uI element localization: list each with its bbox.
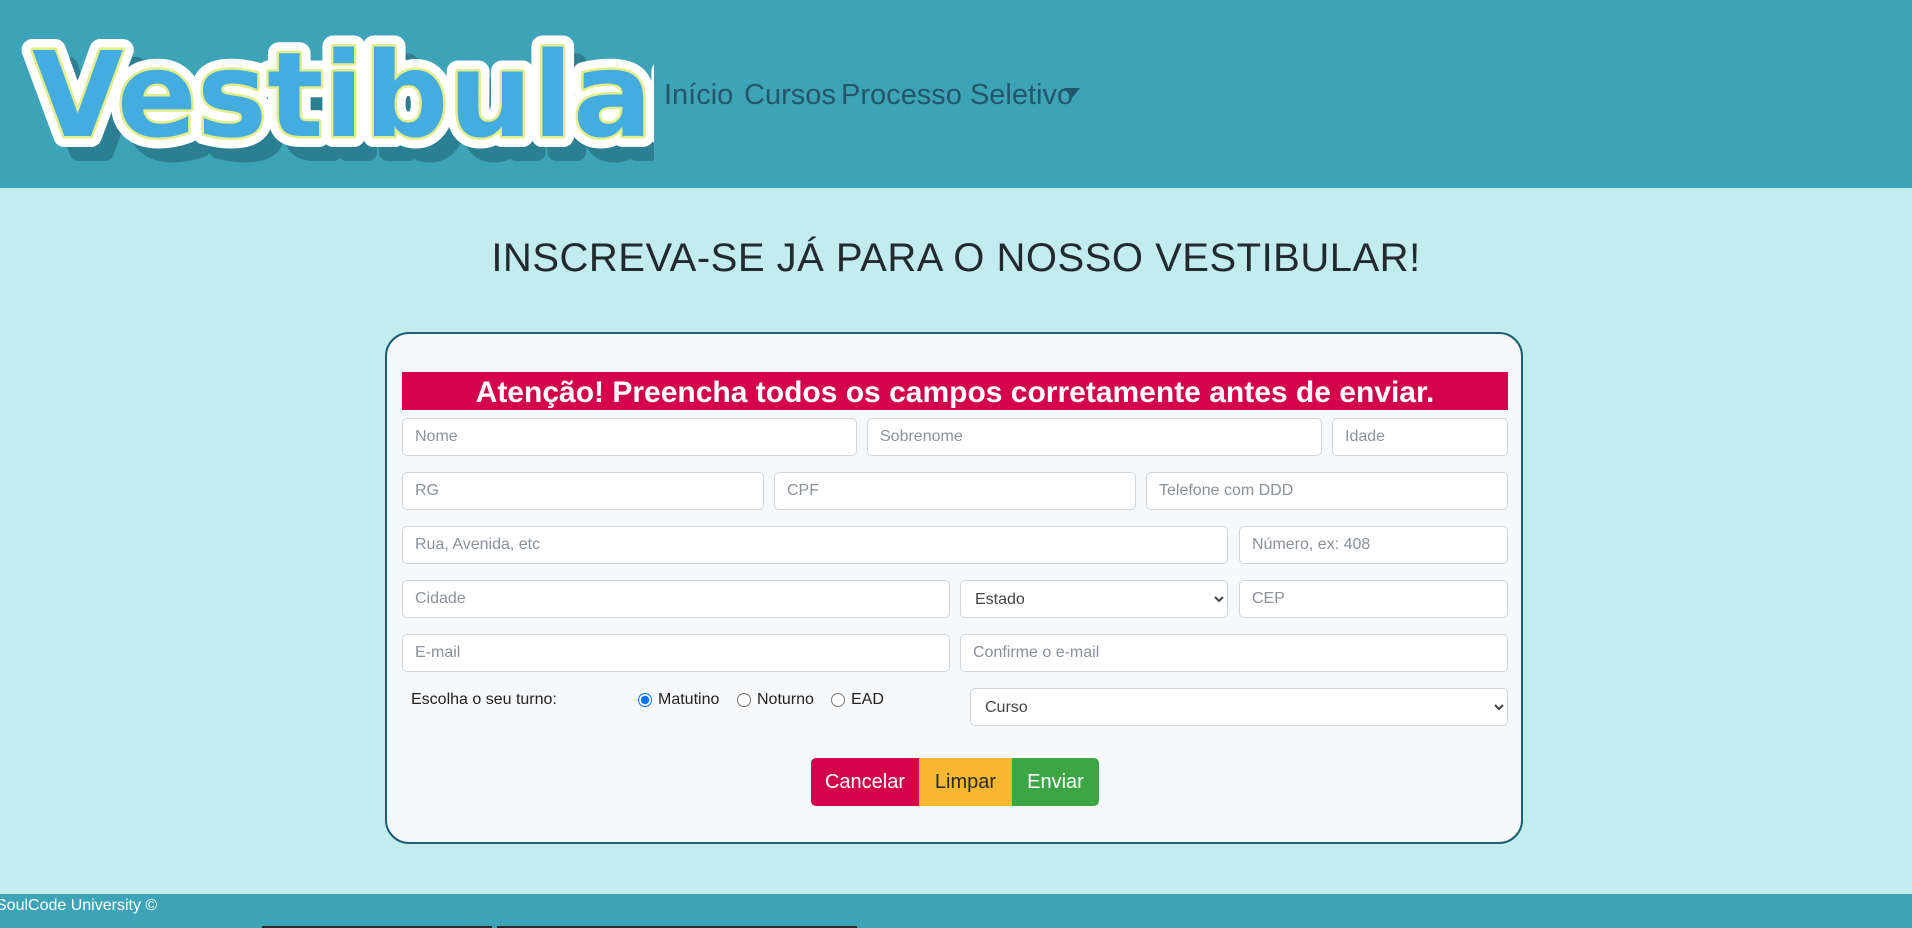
vestibular-logo[interactable]: Vestibular Vestibular Vestibular (14, 20, 654, 180)
turno-matutino-radio[interactable] (638, 693, 652, 707)
turno-matutino-option[interactable]: Matutino (638, 691, 719, 709)
send-button[interactable]: Enviar (1012, 758, 1099, 806)
telefone-input[interactable] (1146, 472, 1508, 510)
nav-processo-seletivo[interactable]: Processo Seletivo (841, 78, 1073, 112)
turno-noturno-option[interactable]: Noturno (737, 691, 814, 709)
nav-inicio[interactable]: Início (664, 78, 733, 112)
numero-input[interactable] (1239, 526, 1508, 564)
turno-label: Escolha o seu turno: (411, 691, 557, 708)
confirm-email-input[interactable] (960, 634, 1508, 672)
cidade-input[interactable] (402, 580, 950, 618)
site-header: Vestibular Vestibular Vestibular Início … (0, 0, 1912, 188)
turno-noturno-label: Noturno (757, 691, 814, 708)
cep-input[interactable] (1239, 580, 1508, 618)
turno-ead-label: EAD (851, 691, 884, 708)
idade-input[interactable] (1332, 418, 1508, 456)
estado-select[interactable]: Estado (960, 580, 1228, 618)
clear-button[interactable]: Limpar (919, 758, 1012, 806)
turno-ead-option[interactable]: EAD (831, 691, 884, 709)
turno-matutino-label: Matutino (658, 691, 720, 708)
turno-ead-radio[interactable] (831, 693, 845, 707)
page-title: INSCREVA-SE JÁ PARA O NOSSO VESTIBULAR! (491, 236, 1421, 280)
cancel-button[interactable]: Cancelar (811, 758, 919, 806)
cpf-input[interactable] (774, 472, 1136, 510)
alert-banner: Atenção! Preencha todos os campos corret… (402, 372, 1508, 410)
rua-input[interactable] (402, 526, 1228, 564)
curso-select[interactable]: Curso (970, 688, 1508, 726)
email-input[interactable] (402, 634, 950, 672)
chevron-down-icon[interactable] (1064, 88, 1080, 98)
footer-copyright: SoulCode University © (0, 897, 158, 914)
nome-input[interactable] (402, 418, 857, 456)
rg-input[interactable] (402, 472, 764, 510)
turno-noturno-radio[interactable] (737, 693, 751, 707)
site-footer (0, 894, 1912, 928)
svg-text:Vestibular: Vestibular (32, 26, 654, 164)
sobrenome-input[interactable] (867, 418, 1322, 456)
nav-cursos[interactable]: Cursos (744, 78, 836, 112)
